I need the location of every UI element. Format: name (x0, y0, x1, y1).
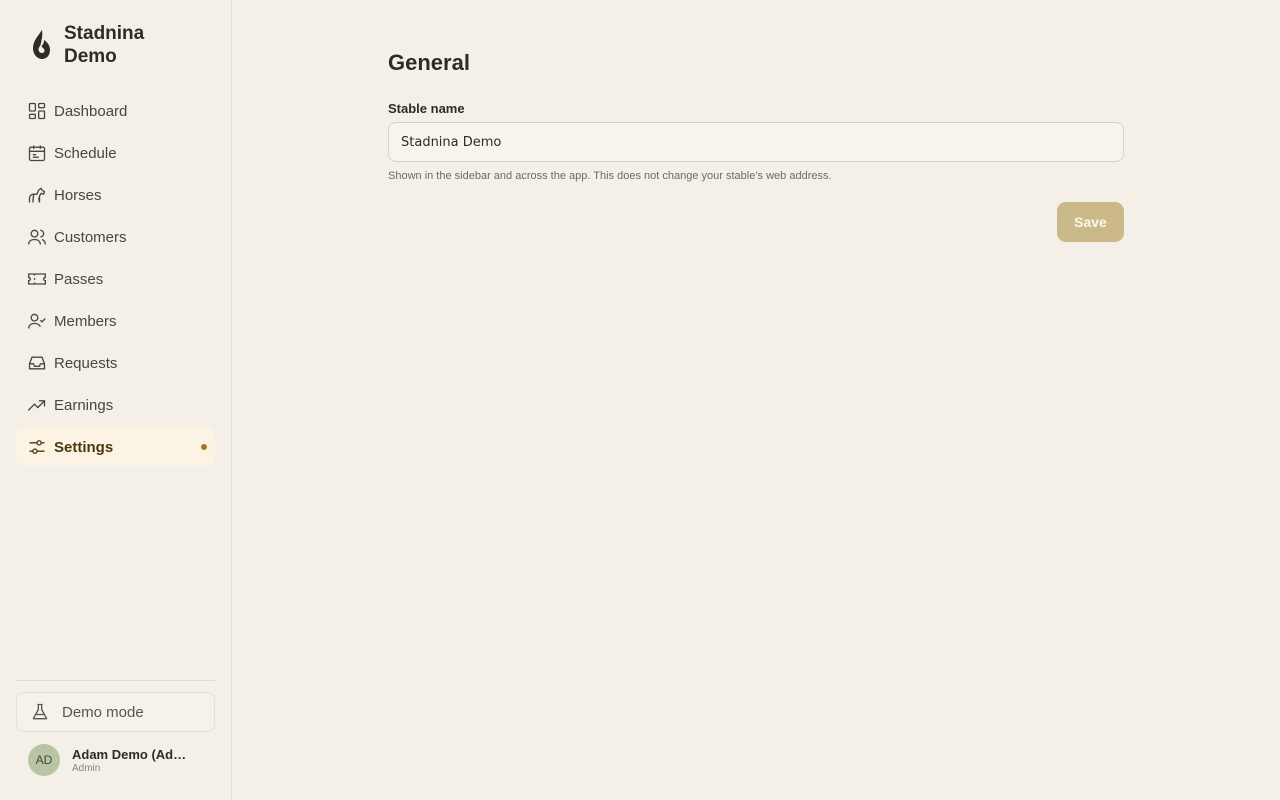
brand-name: Stadnina Demo (64, 23, 145, 67)
nav-label: Passes (54, 270, 104, 288)
active-indicator-dot (201, 444, 207, 450)
stable-name-label: Stable name (388, 101, 465, 116)
user-profile[interactable]: AD Adam Demo (Admin) Admin (28, 744, 197, 776)
nav-item-customers[interactable]: Customers (16, 218, 215, 256)
stable-name-input[interactable] (388, 122, 1124, 162)
nav-label: Earnings (54, 396, 114, 414)
nav-item-dashboard[interactable]: Dashboard (16, 92, 215, 130)
nav-item-schedule[interactable]: Schedule (16, 134, 215, 172)
calendar-icon (28, 145, 46, 162)
demo-mode-button[interactable]: Demo mode (16, 692, 215, 732)
sidebar-divider (16, 680, 215, 681)
nav-label: Dashboard (54, 102, 128, 120)
sliders-icon (29, 440, 45, 454)
nav-item-settings[interactable]: Settings (16, 428, 215, 466)
nav-label: Horses (54, 186, 102, 204)
demo-mode-label: Demo mode (62, 703, 144, 721)
nav-item-passes[interactable]: Passes (16, 260, 215, 298)
user-check-icon (28, 313, 46, 329)
nav-item-earnings[interactable]: Earnings (16, 386, 215, 424)
flask-icon (32, 703, 48, 720)
avatar: AD (28, 744, 60, 776)
users-icon (28, 229, 46, 245)
logo-icon (33, 30, 50, 59)
sidebar: Stadnina Demo Dashboard Schedule Horses … (0, 0, 232, 800)
settings-main: General Stable name Shown in the sidebar… (388, 48, 1124, 242)
save-button[interactable]: Save (1057, 202, 1124, 242)
dashboard-icon (28, 102, 46, 120)
horse-icon (28, 187, 46, 203)
nav-label: Settings (54, 438, 114, 456)
brand[interactable]: Stadnina Demo (28, 22, 174, 68)
nav-label: Requests (54, 354, 118, 372)
nav-label: Customers (54, 228, 127, 246)
main-nav: Dashboard Schedule Horses Customers Pass… (16, 92, 215, 470)
nav-label: Members (54, 312, 117, 330)
ticket-icon (28, 273, 46, 285)
nav-item-members[interactable]: Members (16, 302, 215, 340)
nav-item-horses[interactable]: Horses (16, 176, 215, 214)
stable-name-help: Shown in the sidebar and across the app.… (388, 170, 832, 182)
page-title: General (388, 50, 470, 75)
inbox-icon (28, 356, 46, 370)
form-actions: Save (388, 202, 1124, 242)
user-role: Admin (72, 762, 101, 774)
nav-label: Schedule (54, 144, 117, 162)
trending-up-icon (28, 400, 46, 411)
nav-item-requests[interactable]: Requests (16, 344, 215, 382)
user-name: Adam Demo (Admin) (72, 746, 197, 762)
